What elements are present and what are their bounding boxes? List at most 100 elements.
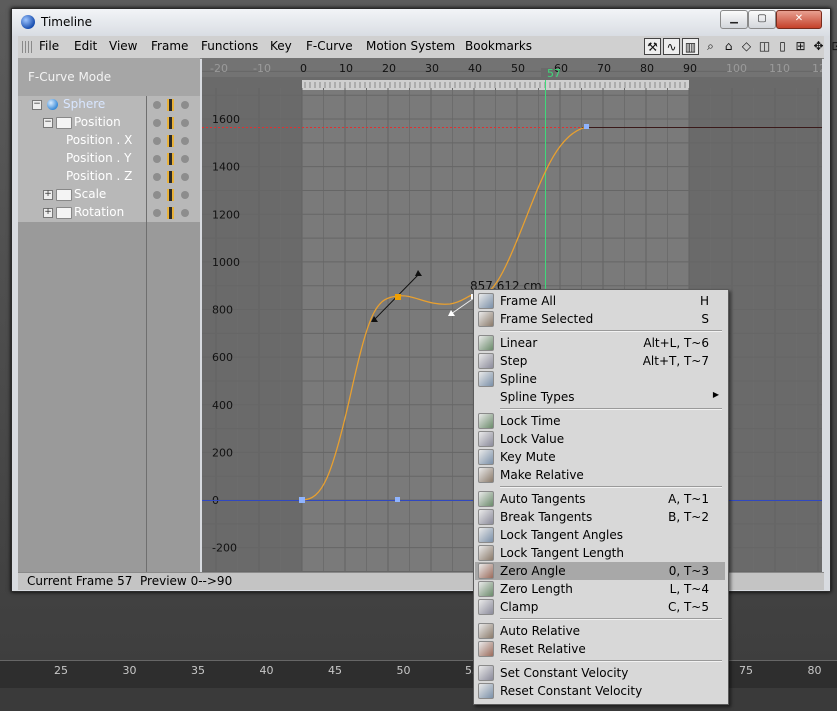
lock-dot-icon[interactable] xyxy=(181,155,189,163)
collapse-icon[interactable]: − xyxy=(32,100,42,110)
lock-time-icon xyxy=(478,413,494,429)
menu-motion-system[interactable]: Motion System xyxy=(366,39,455,53)
menu-item-break-tangents[interactable]: Break Tangents B, T~2 xyxy=(475,508,725,526)
visibility-dot-icon[interactable] xyxy=(153,173,161,181)
menu-item-shortcut: L, T~4 xyxy=(669,582,709,596)
title-bar[interactable]: Timeline ▁ ▢ ✕ xyxy=(12,9,830,36)
x-tick-label: -10 xyxy=(253,62,271,75)
visibility-dot-icon[interactable] xyxy=(153,191,161,199)
menu-item-lock-time[interactable]: Lock Time xyxy=(475,412,725,430)
track-film-icon[interactable] xyxy=(167,189,174,201)
lock-dot-icon[interactable] xyxy=(181,101,189,109)
menu-item-linear[interactable]: Linear Alt+L, T~6 xyxy=(475,334,725,352)
expand-icon[interactable]: + xyxy=(43,190,53,200)
menu-item-auto-tangents[interactable]: Auto Tangents A, T~1 xyxy=(475,490,725,508)
lock-dot-icon[interactable] xyxy=(181,137,189,145)
menu-item-zero-length[interactable]: Zero Length L, T~4 xyxy=(475,580,725,598)
menu-file[interactable]: File xyxy=(39,39,59,53)
menu-key[interactable]: Key xyxy=(270,39,292,53)
keyframe-0[interactable] xyxy=(299,497,305,503)
track-film-icon[interactable] xyxy=(167,153,174,165)
track-film-icon[interactable] xyxy=(167,117,174,129)
expand-icon[interactable]: + xyxy=(43,208,53,218)
track-film-icon[interactable] xyxy=(167,99,174,111)
visibility-dot-icon[interactable] xyxy=(153,137,161,145)
lock-dot-icon[interactable] xyxy=(181,209,189,217)
menu-item-frame-selected[interactable]: Frame Selected S xyxy=(475,310,725,328)
track-film-icon[interactable] xyxy=(167,207,174,219)
lock-dot-icon[interactable] xyxy=(181,173,189,181)
maximize-button[interactable]: ▢ xyxy=(748,10,776,29)
x-tick-label: 20 xyxy=(382,62,396,75)
menu-item-make-relative[interactable]: Make Relative xyxy=(475,466,725,484)
move-icon[interactable]: ✥ xyxy=(810,38,827,55)
menu-separator xyxy=(500,660,722,662)
menu-item-spline[interactable]: Spline xyxy=(475,370,725,388)
menu-view[interactable]: View xyxy=(109,39,137,53)
track-film-icon[interactable] xyxy=(167,171,174,183)
linear-icon xyxy=(478,335,494,351)
menu-edit[interactable]: Edit xyxy=(74,39,97,53)
tree-row-scale[interactable]: + Scale xyxy=(18,186,200,204)
track-film-icon[interactable] xyxy=(167,135,174,147)
menu-item-auto-relative[interactable]: Auto Relative xyxy=(475,622,725,640)
frame-all-tool-icon[interactable]: ◇ xyxy=(738,38,755,55)
tree-row-position-x[interactable]: Position . X xyxy=(18,132,200,150)
menu-item-shortcut: B, T~2 xyxy=(668,510,709,524)
minimize-button[interactable]: ▁ xyxy=(720,10,748,29)
menu-item-set-constant-velocity[interactable]: Set Constant Velocity xyxy=(475,664,725,682)
key-mode-icon[interactable]: ⚒ xyxy=(644,38,661,55)
visibility-dot-icon[interactable] xyxy=(153,101,161,109)
visibility-dot-icon[interactable] xyxy=(153,155,161,163)
menu-item-frame-all[interactable]: Frame All H xyxy=(475,292,725,310)
menu-item-clamp[interactable]: Clamp C, T~5 xyxy=(475,598,725,616)
menu-bar: File Edit View Frame Functions Key F-Cur… xyxy=(18,36,837,59)
home-icon[interactable]: ⌂ xyxy=(720,38,737,55)
y-tick-label: 200 xyxy=(212,446,233,459)
layout-icon[interactable]: ▯ xyxy=(774,38,791,55)
range-icon[interactable]: ◫ xyxy=(756,38,773,55)
add-icon[interactable]: ⊞ xyxy=(792,38,809,55)
dopesheet-mode-icon[interactable]: ▥ xyxy=(682,38,699,55)
column-divider[interactable] xyxy=(146,96,147,572)
menu-functions[interactable]: Functions xyxy=(201,39,258,53)
tree-label: Position . X xyxy=(66,133,133,147)
track-tree: − Sphere − Position Position . X Positio… xyxy=(18,96,200,222)
menu-item-lock-tangent-length[interactable]: Lock Tangent Length xyxy=(475,544,725,562)
menu-item-label: Lock Time xyxy=(500,414,561,428)
menu-item-reset-relative[interactable]: Reset Relative xyxy=(475,640,725,658)
menu-frame[interactable]: Frame xyxy=(151,39,188,53)
tree-row-rotation[interactable]: + Rotation xyxy=(18,204,200,222)
zero-length-icon xyxy=(478,581,494,597)
lock-dot-icon[interactable] xyxy=(181,119,189,127)
menu-grip-icon[interactable] xyxy=(22,41,32,53)
menu-item-key-mute[interactable]: Key Mute xyxy=(475,448,725,466)
tree-row-position[interactable]: − Position xyxy=(18,114,200,132)
menu-item-lock-value[interactable]: Lock Value xyxy=(475,430,725,448)
lock-tangent-angles-icon xyxy=(478,527,494,543)
menu-item-zero-angle[interactable]: Zero Angle 0, T~3 xyxy=(475,562,725,580)
menu-item-step[interactable]: Step Alt+T, T~7 xyxy=(475,352,725,370)
keyframe-end[interactable] xyxy=(584,124,589,129)
menu-bookmarks[interactable]: Bookmarks xyxy=(465,39,532,53)
tree-row-sphere[interactable]: − Sphere xyxy=(18,96,200,114)
zoom-icon[interactable]: ⌕ xyxy=(702,38,719,55)
menu-f-curve[interactable]: F-Curve xyxy=(306,39,353,53)
menu-item-label: Auto Relative xyxy=(500,624,581,638)
fcurve-mode-icon[interactable]: ∿ xyxy=(663,38,680,55)
tree-row-position-z[interactable]: Position . Z xyxy=(18,168,200,186)
visibility-dot-icon[interactable] xyxy=(153,119,161,127)
visibility-dot-icon[interactable] xyxy=(153,209,161,217)
lock-dot-icon[interactable] xyxy=(181,191,189,199)
close-button[interactable]: ✕ xyxy=(776,10,822,29)
keyframe-selected[interactable] xyxy=(395,294,401,300)
tree-row-position-y[interactable]: Position . Y xyxy=(18,150,200,168)
main-timeline-tick-label: 80 xyxy=(807,664,822,677)
menu-item-reset-constant-velocity[interactable]: Reset Constant Velocity xyxy=(475,682,725,700)
keyframe-handle[interactable] xyxy=(395,497,400,502)
expand-icon[interactable]: ⊡ xyxy=(828,38,837,55)
menu-item-spline-types[interactable]: Spline Types ▶ xyxy=(475,388,725,406)
collapse-icon[interactable]: − xyxy=(43,118,53,128)
menu-separator xyxy=(500,486,722,488)
menu-item-lock-tangent-angles[interactable]: Lock Tangent Angles xyxy=(475,526,725,544)
